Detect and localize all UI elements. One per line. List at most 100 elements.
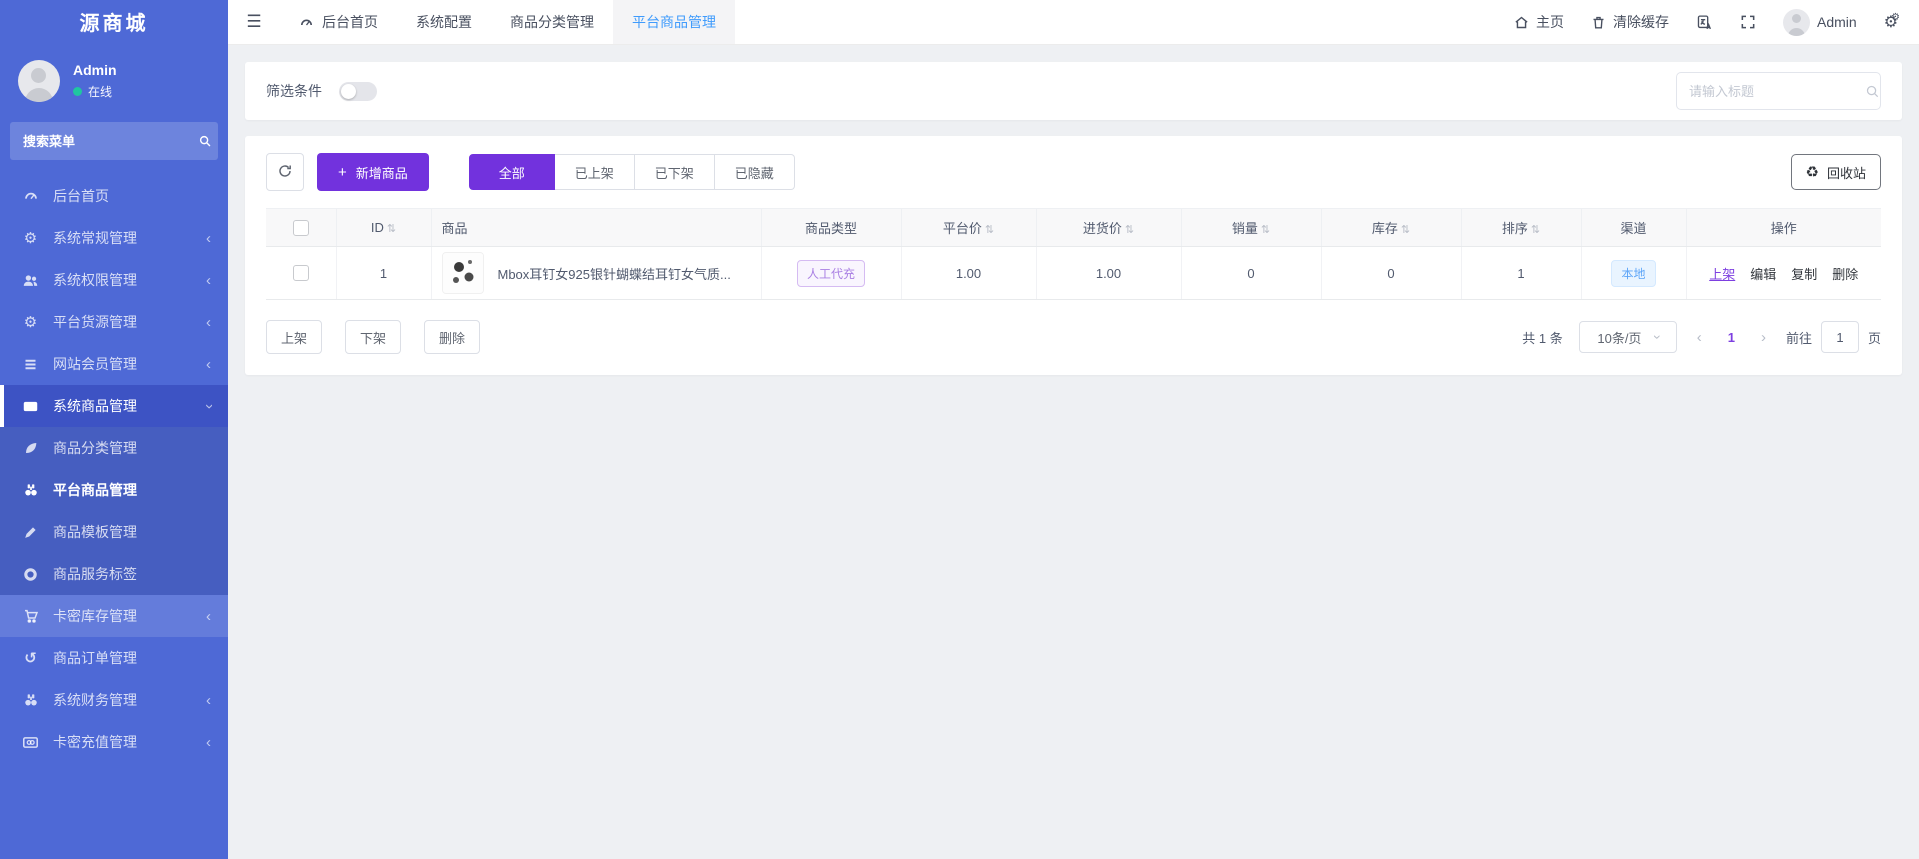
trash-icon xyxy=(1591,15,1606,30)
sort-icon[interactable]: ⇅ xyxy=(1125,224,1134,236)
header-select-all[interactable] xyxy=(266,209,336,247)
sidebar-item-system-permission[interactable]: 系统权限管理 ‹ xyxy=(0,259,228,301)
tab-dashboard[interactable]: 后台首页 xyxy=(280,0,397,44)
header-sales[interactable]: 销量⇅ xyxy=(1181,209,1321,247)
batch-on-shelf-button[interactable]: 上架 xyxy=(266,320,322,354)
clear-cache-button[interactable]: 清除缓存 xyxy=(1591,12,1669,32)
fullscreen-button[interactable] xyxy=(1740,14,1756,30)
home-icon xyxy=(1514,15,1529,30)
chevron-left-icon: ‹ xyxy=(206,315,211,330)
table-footer: 上架 下架 删除 共 1 条 10条/页 ‹ ‹ 1 › xyxy=(266,320,1881,354)
row-actions: 上架 编辑 复制 删除 xyxy=(1687,264,1882,283)
filter-toggle[interactable] xyxy=(339,82,377,101)
sidebar-item-label: 商品分类管理 xyxy=(53,438,137,458)
action-edit[interactable]: 编辑 xyxy=(1750,264,1776,283)
cart-icon xyxy=(21,608,40,624)
recycle-bin-button[interactable]: ♻ 回收站 xyxy=(1791,154,1881,190)
sidebar: 源商城 Admin 在线 后台首页 ⚙ xyxy=(0,0,228,859)
header-goods: 商品 xyxy=(431,209,761,247)
gears-icon: ⚙ xyxy=(21,313,40,331)
user-menu[interactable]: Admin xyxy=(1783,9,1857,36)
sidebar-item-system-general[interactable]: ⚙ 系统常规管理 ‹ xyxy=(0,217,228,259)
chevron-left-icon: ‹ xyxy=(206,693,211,708)
sidebar-item-label: 卡密库存管理 xyxy=(53,606,137,626)
tab-platform-goods[interactable]: 平台商品管理 xyxy=(613,0,735,44)
goto-page-input[interactable] xyxy=(1821,321,1859,353)
sort-icon[interactable]: ⇅ xyxy=(1401,224,1410,236)
action-on-shelf[interactable]: 上架 xyxy=(1709,264,1735,283)
sidebar-item-dashboard[interactable]: 后台首页 xyxy=(0,175,228,217)
title-search-input[interactable] xyxy=(1689,84,1865,99)
sidebar-item-goods-template[interactable]: 商品模板管理 xyxy=(0,511,228,553)
header-purchase-price[interactable]: 进货价⇅ xyxy=(1036,209,1181,247)
cell-id: 1 xyxy=(336,247,431,300)
user-name: Admin xyxy=(73,62,117,78)
segment-all[interactable]: 全部 xyxy=(469,154,555,190)
sort-icon[interactable]: ⇅ xyxy=(1531,224,1540,236)
sidebar-item-goods-category[interactable]: 商品分类管理 xyxy=(0,427,228,469)
chevron-down-icon: ‹ xyxy=(1648,335,1664,340)
leaf-icon xyxy=(21,440,40,456)
sidebar-item-platform-goods[interactable]: 平台商品管理 xyxy=(0,469,228,511)
tab-system-config[interactable]: 系统配置 xyxy=(397,0,491,44)
action-delete[interactable]: 删除 xyxy=(1832,264,1858,283)
header-id[interactable]: ID⇅ xyxy=(336,209,431,247)
sidebar-item-system-finance[interactable]: 系统财务管理 ‹ xyxy=(0,679,228,721)
menu-search xyxy=(10,122,218,160)
tab-goods-category[interactable]: 商品分类管理 xyxy=(491,0,613,44)
row-checkbox[interactable] xyxy=(293,265,309,281)
sidebar-item-label: 系统商品管理 xyxy=(53,396,137,416)
list-icon xyxy=(21,357,40,372)
filter-card: 筛选条件 xyxy=(245,62,1902,120)
cell-purchase-price: 1.00 xyxy=(1036,247,1181,300)
home-button[interactable]: 主页 xyxy=(1514,12,1564,32)
navbar-username: Admin xyxy=(1817,14,1857,30)
sidebar-item-card-recharge[interactable]: 卡密充值管理 ‹ xyxy=(0,721,228,763)
user-status: 在线 xyxy=(88,83,112,100)
user-panel: Admin 在线 xyxy=(0,46,228,114)
sidebar-item-goods-orders[interactable]: ↺ 商品订单管理 xyxy=(0,637,228,679)
cell-platform-price: 1.00 xyxy=(901,247,1036,300)
page-size-select[interactable]: 10条/页 ‹ xyxy=(1579,321,1677,353)
header-stock[interactable]: 库存⇅ xyxy=(1321,209,1461,247)
plus-icon: + xyxy=(338,164,347,181)
sidebar-item-label: 商品模板管理 xyxy=(53,522,137,542)
sidebar-item-system-goods[interactable]: 系统商品管理 ‹ xyxy=(0,385,228,427)
segment-on-shelf[interactable]: 已上架 xyxy=(555,154,635,190)
sort-icon[interactable]: ⇅ xyxy=(985,224,994,236)
search-icon[interactable] xyxy=(198,134,212,148)
translate-button[interactable] xyxy=(1696,14,1713,31)
page-number[interactable]: 1 xyxy=(1722,330,1741,345)
table-toolbar: + 新增商品 全部 已上架 已下架 已隐藏 ♻ 回收站 xyxy=(266,153,1881,191)
batch-off-shelf-button[interactable]: 下架 xyxy=(345,320,401,354)
sidebar-item-card-stock[interactable]: 卡密库存管理 ‹ xyxy=(0,595,228,637)
batch-delete-button[interactable]: 删除 xyxy=(424,320,480,354)
menu-search-input[interactable] xyxy=(23,134,198,149)
segment-hidden[interactable]: 已隐藏 xyxy=(715,154,795,190)
refresh-button[interactable] xyxy=(266,153,304,191)
hamburger-icon[interactable]: ☰ xyxy=(228,0,280,44)
goods-table: ID⇅ 商品 商品类型 平台价⇅ 进货价⇅ 销量⇅ 库存⇅ 排序⇅ 渠道 操作 xyxy=(266,208,1881,300)
pagination: 共 1 条 10条/页 ‹ ‹ 1 › 前往 页 xyxy=(1522,321,1881,353)
prev-page-button[interactable]: ‹ xyxy=(1693,329,1706,346)
goods-table-card: + 新增商品 全部 已上架 已下架 已隐藏 ♻ 回收站 xyxy=(245,136,1902,375)
header-platform-price[interactable]: 平台价⇅ xyxy=(901,209,1036,247)
sort-icon[interactable]: ⇅ xyxy=(387,223,396,235)
sidebar-item-goods-service-tags[interactable]: 商品服务标签 xyxy=(0,553,228,595)
action-copy[interactable]: 复制 xyxy=(1791,264,1817,283)
app-root: 源商城 Admin 在线 后台首页 ⚙ xyxy=(0,0,1919,859)
next-page-button[interactable]: › xyxy=(1757,329,1770,346)
search-icon[interactable] xyxy=(1865,84,1880,99)
select-all-checkbox[interactable] xyxy=(293,220,309,236)
sort-icon[interactable]: ⇅ xyxy=(1261,224,1270,236)
segment-off-shelf[interactable]: 已下架 xyxy=(635,154,715,190)
users-icon xyxy=(21,272,40,289)
add-goods-button[interactable]: + 新增商品 xyxy=(317,153,429,191)
header-sort[interactable]: 排序⇅ xyxy=(1461,209,1581,247)
disc-icon xyxy=(21,567,40,582)
settings-gears-icon[interactable]: ⚙⚙ xyxy=(1884,12,1893,32)
sidebar-item-platform-supply[interactable]: ⚙ 平台货源管理 ‹ xyxy=(0,301,228,343)
cell-sort: 1 xyxy=(1461,247,1581,300)
sidebar-item-site-members[interactable]: 网站会员管理 ‹ xyxy=(0,343,228,385)
top-navbar: ☰ 后台首页 系统配置 商品分类管理 平台商品管理 主页 xyxy=(228,0,1919,45)
